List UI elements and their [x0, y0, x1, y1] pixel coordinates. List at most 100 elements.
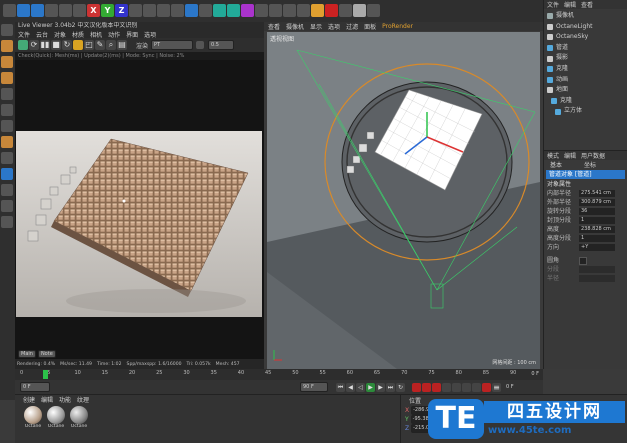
lock-icon[interactable]	[73, 40, 83, 50]
attr-fillet-row[interactable]: 圆角	[544, 256, 627, 265]
prev-key-icon[interactable]: ◀	[346, 382, 355, 392]
note-view-button[interactable]: Note	[37, 350, 56, 358]
mat-menu-function[interactable]: 功能	[59, 395, 71, 404]
viewport-menu-view[interactable]: 查看	[268, 22, 280, 31]
subdivide-icon[interactable]	[213, 4, 226, 17]
edges-mode-icon[interactable]	[1, 104, 13, 116]
send-scene-icon[interactable]	[18, 40, 28, 50]
attr-value-field[interactable]: +Y	[579, 244, 615, 251]
attr-value-field[interactable]: 275.541 cm	[579, 190, 615, 197]
object-list-item[interactable]: OctaneLight	[544, 22, 627, 33]
camera-icon[interactable]	[269, 4, 282, 17]
rotate-icon[interactable]	[59, 4, 72, 17]
pt-select[interactable]: PT	[151, 40, 194, 50]
attr-fillet-checkbox[interactable]	[579, 256, 587, 265]
mat-menu-create[interactable]: 创建	[23, 395, 35, 404]
undo-icon[interactable]	[3, 4, 16, 17]
attr-row[interactable]: 高度分段 1	[547, 234, 627, 243]
goto-end-icon[interactable]: ⏭	[386, 382, 395, 392]
points-mode-icon[interactable]	[1, 88, 13, 100]
auto-key-icon[interactable]	[422, 382, 431, 392]
attr-value-field[interactable]: 300.879 cm	[579, 199, 615, 206]
material-swatch-3[interactable]: Octane	[69, 406, 89, 429]
menu-file[interactable]: 文件	[18, 30, 30, 39]
material-swatch-2[interactable]: Octane	[46, 406, 66, 429]
render-settings-icon[interactable]	[171, 4, 184, 17]
menu-camera[interactable]: 相机	[90, 30, 102, 39]
object-list-item[interactable]: 摄像机	[544, 11, 627, 22]
attr-tab-coord[interactable]: 坐标	[584, 160, 596, 169]
object-list-item[interactable]: OctaneSky	[544, 32, 627, 43]
object-list-item[interactable]: 动画	[544, 75, 627, 86]
polygons-mode-icon[interactable]	[1, 120, 13, 132]
attr-value-field[interactable]: 238.828 cm	[579, 226, 615, 233]
move-icon[interactable]	[31, 4, 44, 17]
goto-start-icon[interactable]: ⏮	[336, 382, 345, 392]
viewport-menu-display[interactable]: 显示	[310, 22, 322, 31]
viewport-menu-prorender[interactable]: ProRender	[382, 23, 413, 30]
om-menu-view[interactable]: 查看	[581, 0, 593, 9]
object-list-item[interactable]: 地面	[544, 85, 627, 96]
attr-value-field[interactable]: 1	[579, 235, 615, 242]
stop-icon[interactable]: ■	[51, 40, 61, 50]
z-axis-icon[interactable]: Z	[115, 4, 128, 17]
zoom-icon[interactable]: ⌕	[106, 40, 116, 50]
attr-row[interactable]: 封顶分段 1	[547, 216, 627, 225]
key-param-icon[interactable]	[472, 382, 481, 392]
lock-axis-icon[interactable]	[1, 200, 13, 212]
object-list-item[interactable]: 立方体	[544, 106, 627, 117]
x-axis-icon[interactable]: X	[87, 4, 100, 17]
scene-icon[interactable]	[255, 4, 268, 17]
om-menu-file[interactable]: 文件	[547, 0, 559, 9]
refresh-icon[interactable]: ↻	[62, 40, 72, 50]
attr-menu-edit[interactable]: 编辑	[564, 151, 576, 160]
workplane-icon[interactable]	[1, 168, 13, 180]
key-pos-icon[interactable]	[442, 382, 451, 392]
attr-row[interactable]: 旋转分段 36	[547, 207, 627, 216]
viewport-canvas[interactable]: 透视视图 网格间距 : 100 cm	[267, 32, 540, 369]
timeline-playhead[interactable]	[43, 370, 48, 379]
attr-row[interactable]: 高度 238.828 cm	[547, 225, 627, 234]
attr-fillet-radius-field[interactable]	[579, 275, 615, 282]
object-list-item[interactable]: 摄影	[544, 53, 627, 64]
target-icon[interactable]	[339, 4, 352, 17]
attr-menu-mode[interactable]: 模式	[547, 151, 559, 160]
channels-icon[interactable]: ▤	[117, 40, 127, 50]
timeline-menu-icon[interactable]: ≡	[492, 382, 501, 392]
object-mode-icon[interactable]	[1, 72, 13, 84]
next-key-icon[interactable]: ▶	[376, 382, 385, 392]
attr-value-field[interactable]: 1	[579, 217, 615, 224]
solo-icon[interactable]	[1, 184, 13, 196]
start-frame-field[interactable]: 0 F	[20, 382, 50, 392]
model-mode-icon[interactable]	[1, 56, 13, 68]
attr-fillet-seg-field[interactable]	[579, 266, 615, 273]
menu-options[interactable]: 选项	[144, 30, 156, 39]
coord-icon[interactable]	[129, 4, 142, 17]
mat-menu-edit[interactable]: 编辑	[41, 395, 53, 404]
light-icon[interactable]	[283, 4, 296, 17]
object-list-item[interactable]: 克隆	[544, 96, 627, 107]
record-key-icon[interactable]	[412, 382, 421, 392]
attr-menu-userdata[interactable]: 用户数据	[581, 151, 605, 160]
axis-mode-icon[interactable]	[1, 136, 13, 148]
scale-field[interactable]: 0.5	[208, 40, 235, 50]
menu-material[interactable]: 材质	[72, 30, 84, 39]
make-editable-icon[interactable]	[1, 24, 13, 36]
menu-interface[interactable]: 界面	[126, 30, 138, 39]
grid-icon[interactable]	[297, 4, 310, 17]
render-icon[interactable]	[143, 4, 156, 17]
render-view-icon[interactable]	[157, 4, 170, 17]
attr-tab-basic[interactable]: 基本	[550, 160, 562, 169]
loop-icon[interactable]: ↻	[396, 382, 405, 392]
sun-icon[interactable]	[311, 4, 324, 17]
key-rot-icon[interactable]	[462, 382, 471, 392]
key-scale-icon[interactable]	[452, 382, 461, 392]
key-select-icon[interactable]	[432, 382, 441, 392]
key-pla-icon[interactable]	[482, 382, 491, 392]
tweak-icon[interactable]	[1, 216, 13, 228]
pen-icon[interactable]	[199, 4, 212, 17]
mat-menu-texture[interactable]: 纹理	[77, 395, 89, 404]
sphere-icon[interactable]	[353, 4, 366, 17]
menu-cloud[interactable]: 云台	[36, 30, 48, 39]
main-view-button[interactable]: Main	[18, 350, 36, 358]
